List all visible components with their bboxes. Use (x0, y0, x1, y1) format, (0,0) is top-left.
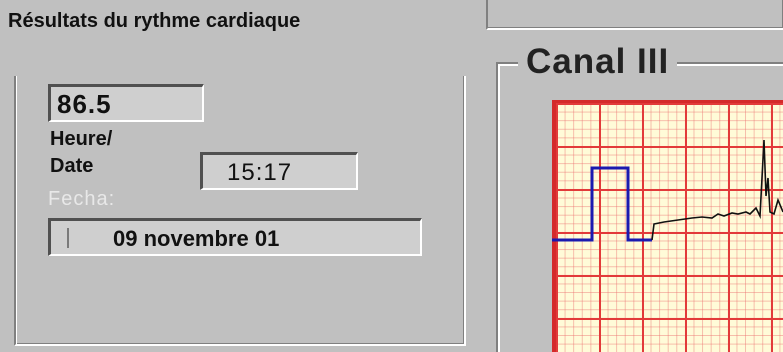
ecg-trace (651, 139, 783, 241)
time-date-label: Heure/ (50, 128, 113, 150)
obscured-label: Fecha: (48, 188, 116, 210)
time-value: 15:17 (227, 159, 293, 186)
time-field: 15:17 (200, 152, 358, 190)
channel-title: Canal III (518, 42, 678, 82)
date-field: 09 novembre 01 (48, 218, 422, 256)
text-caret (67, 228, 69, 248)
heart-rate-value: 86.5 (57, 89, 112, 119)
date-value: 09 novembre 01 (113, 226, 280, 251)
results-title: Résultats du rythme cardiaque (6, 8, 472, 76)
ecg-waveform (552, 139, 783, 242)
top-panel-edge (486, 0, 783, 30)
date-label: Date (50, 155, 94, 177)
calibration-pulse (552, 166, 652, 242)
heart-rate-field: 86.5 (48, 84, 204, 122)
